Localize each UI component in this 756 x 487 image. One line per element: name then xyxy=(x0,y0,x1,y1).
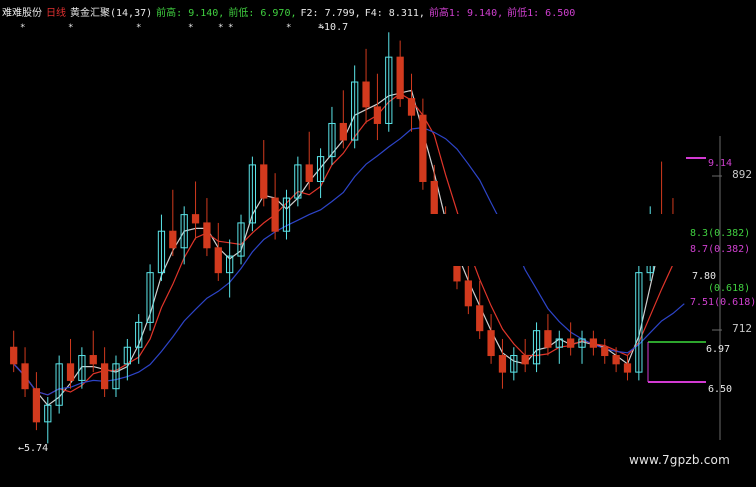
indicator-header: 难难股份 日线 黄金汇聚(14,37) 前高: 9.140, 前低: 6.970, F2:… xyxy=(2,4,579,19)
candle-body xyxy=(373,106,382,124)
level-6-50: 6.50 xyxy=(708,384,733,395)
candle-body xyxy=(589,338,598,348)
signal-star: * xyxy=(20,23,25,33)
fib-0382-a: (0.382) xyxy=(708,228,751,239)
candle-body xyxy=(419,114,427,182)
level-7-51: 7.51(0.618) xyxy=(690,297,756,308)
candle-body xyxy=(487,330,495,357)
candle-body xyxy=(214,247,222,274)
stock-chart-window: { "header": { "stock_name": "难难股份", "per… xyxy=(0,0,756,487)
indicator-name: 黄金汇聚(14,37) xyxy=(70,8,153,19)
f4-value: F4: 8.311, xyxy=(364,8,425,19)
level-8-7: 8.7(0.382) xyxy=(690,244,750,255)
candle-body xyxy=(601,346,609,357)
overlay-block xyxy=(378,214,718,266)
candle-body xyxy=(271,197,279,232)
prev-high-value: 前高: 9.140, xyxy=(156,8,225,19)
candle-body xyxy=(191,214,200,224)
candle-body xyxy=(10,346,18,365)
candle-body xyxy=(464,280,472,307)
candle-body xyxy=(498,355,507,373)
prev-low-value: 前低: 6.970, xyxy=(228,8,297,19)
fib-0382-b: (0.382) xyxy=(708,244,751,255)
signal-star: * xyxy=(188,23,193,33)
candle-body xyxy=(339,122,347,141)
candle-body xyxy=(32,388,41,423)
candle-body xyxy=(521,355,529,365)
axis-tick-712: 712 xyxy=(732,322,752,335)
level-7-80: 7.80 xyxy=(692,271,717,282)
candle-body xyxy=(407,98,416,116)
prev-high1-value: 前高1: 9.140, xyxy=(428,8,504,19)
axis-tick-892: 892 xyxy=(732,168,752,181)
level-8-7-value: 8.7 xyxy=(690,244,709,255)
candle-body xyxy=(476,305,484,332)
low-marker-label: ←5.74 xyxy=(18,443,49,454)
signal-star: * xyxy=(136,23,141,33)
fib-0618-b: (0.618) xyxy=(714,297,756,308)
high-marker-value: 10.7 xyxy=(324,22,349,33)
signal-star: * xyxy=(68,23,73,33)
low-marker-value: 5.74 xyxy=(24,443,49,454)
signal-star: * xyxy=(286,23,291,33)
candle-body xyxy=(169,230,177,249)
candle-body xyxy=(66,363,75,381)
candle-body xyxy=(567,338,575,348)
candle-body xyxy=(100,363,109,390)
candle-body xyxy=(21,363,29,390)
candle-body xyxy=(203,222,211,249)
candle-body xyxy=(305,164,313,182)
prev-low1-value: 前低1: 6.500 xyxy=(507,8,576,19)
candle-body xyxy=(89,355,97,365)
candle-body xyxy=(362,81,370,108)
level-8-3: 8.3(0.382) xyxy=(690,228,750,239)
fib-0618-a: (0.618) xyxy=(708,283,751,294)
f2-value: F2: 7.799, xyxy=(300,8,361,19)
signal-star: * xyxy=(218,23,223,33)
high-marker-label: →10.7 xyxy=(318,22,349,33)
level-9-14: 9.14 xyxy=(708,158,733,169)
level-8-3-value: 8.3 xyxy=(690,228,709,239)
stock-name: 难难股份 xyxy=(2,8,42,19)
candle-body xyxy=(544,330,552,348)
level-6-97: 6.97 xyxy=(706,344,731,355)
candle-body xyxy=(260,164,268,199)
candle-body xyxy=(612,355,620,365)
period-label[interactable]: 日线 xyxy=(46,8,66,19)
watermark-text: www.7gpzb.com xyxy=(629,453,730,467)
candle-body xyxy=(623,363,632,373)
candle-body xyxy=(396,56,404,100)
signal-star: * xyxy=(228,23,233,33)
level-7-51-value: 7.51 xyxy=(690,297,715,308)
